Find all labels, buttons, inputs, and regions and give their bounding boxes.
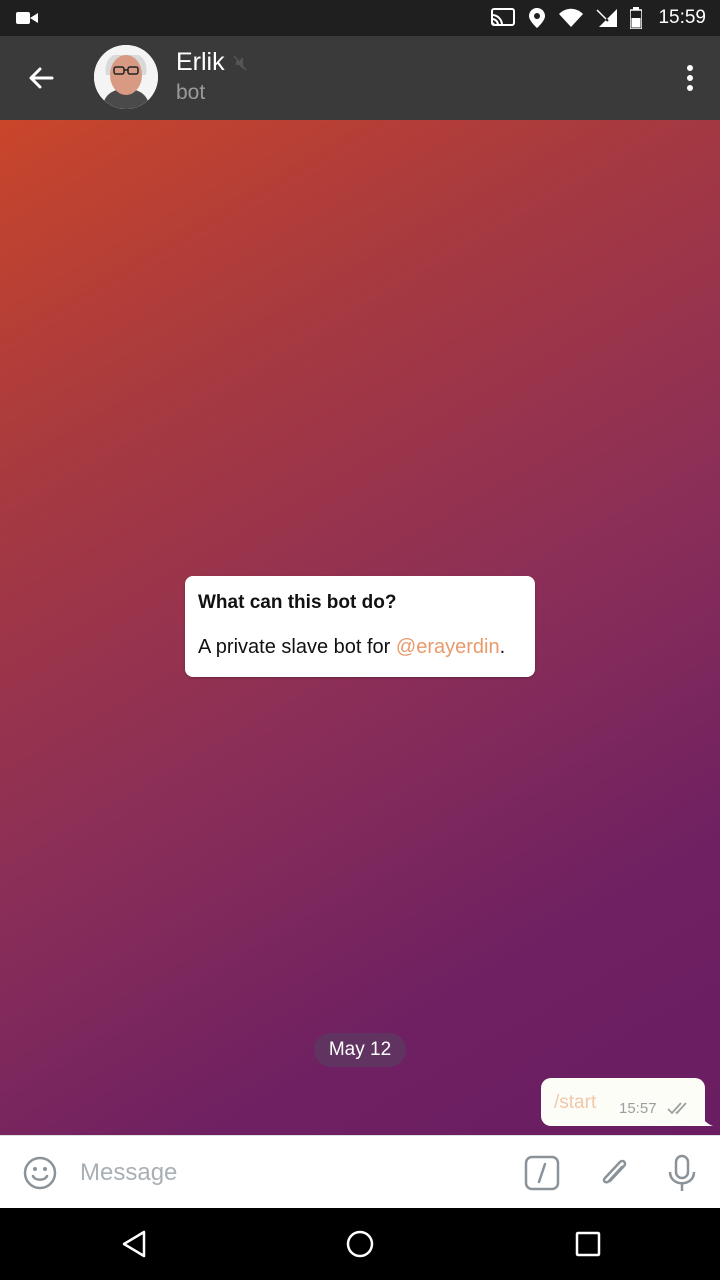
attach-icon[interactable] — [596, 1153, 632, 1193]
battery-icon — [630, 7, 643, 29]
message-input[interactable] — [78, 1152, 502, 1194]
muted-icon — [233, 55, 247, 70]
app-bar: Erlik bot — [0, 36, 720, 120]
bot-info-title: What can this bot do? — [198, 592, 397, 613]
nav-recents-icon[interactable] — [572, 1228, 604, 1260]
chat-title: Erlik — [176, 48, 225, 76]
wifi-icon — [559, 8, 584, 27]
message-text[interactable]: /start — [554, 1092, 596, 1114]
bot-info-suffix: . — [499, 636, 506, 658]
bot-info-text: A private slave bot for @erayerdin. — [198, 636, 522, 659]
back-arrow-icon[interactable] — [24, 60, 60, 96]
mention-link[interactable]: @erayerdin — [396, 636, 500, 658]
bot-info-card: What can this bot do? A private slave bo… — [185, 576, 535, 677]
emoji-icon[interactable] — [22, 1155, 58, 1191]
bot-info-prefix: A private slave bot for — [198, 636, 396, 658]
navigation-bar — [0, 1208, 720, 1280]
message-tail — [701, 1114, 713, 1126]
avatar-image — [94, 45, 158, 109]
message-input-bar — [0, 1135, 720, 1209]
more-vert-icon[interactable] — [684, 64, 696, 92]
cast-icon — [491, 8, 516, 26]
avatar[interactable] — [94, 45, 158, 109]
signal-icon — [596, 9, 618, 27]
status-time: 15:59 — [658, 7, 706, 28]
double-check-icon — [667, 1102, 687, 1115]
nav-back-icon[interactable] — [118, 1228, 150, 1260]
date-separator: May 12 — [314, 1033, 406, 1067]
outgoing-message[interactable]: /start 15:57 — [541, 1078, 713, 1126]
chat-title-block[interactable]: Erlik bot — [176, 48, 247, 105]
location-icon — [529, 8, 546, 28]
bot-command-icon[interactable] — [524, 1155, 560, 1191]
video-camera-icon — [16, 12, 38, 24]
microphone-icon[interactable] — [664, 1153, 700, 1193]
nav-home-icon[interactable] — [344, 1228, 376, 1260]
message-time: 15:57 — [619, 1100, 657, 1117]
chat-subtitle: bot — [176, 81, 206, 104]
status-bar: 15:59 — [0, 0, 720, 36]
